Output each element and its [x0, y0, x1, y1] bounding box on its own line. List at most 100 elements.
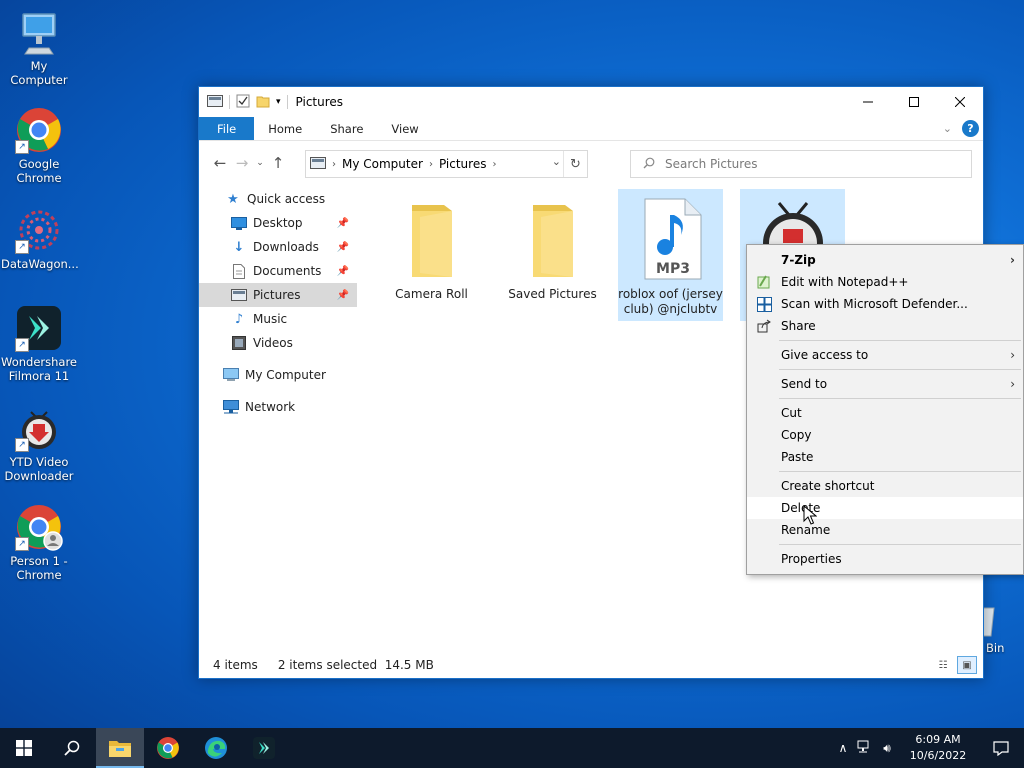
sidebar-item-desktop[interactable]: Desktop 📌	[199, 211, 357, 235]
sidebar-item-quick-access[interactable]: ★ Quick access	[199, 187, 357, 211]
menu-item-give-access[interactable]: Give access to ›	[747, 344, 1023, 366]
menu-item-copy[interactable]: Copy	[747, 424, 1023, 446]
pictures-icon	[231, 287, 247, 303]
taskbar-edge[interactable]	[192, 728, 240, 768]
pin-icon[interactable]: 📌	[337, 218, 349, 229]
sidebar-item-downloads[interactable]: ↓ Downloads 📌	[199, 235, 357, 259]
tab-view[interactable]: View	[377, 117, 432, 140]
menu-item-7zip[interactable]: 7-Zip ›	[747, 249, 1023, 271]
close-button[interactable]	[937, 87, 983, 117]
expand-ribbon-icon[interactable]: ⌄	[943, 122, 952, 135]
notification-icon	[993, 740, 1009, 756]
pin-icon[interactable]: 📌	[337, 290, 349, 301]
refresh-button[interactable]: ↻	[563, 151, 587, 177]
shortcut-arrow-icon: ↗	[15, 438, 29, 452]
filmora-icon	[253, 737, 275, 759]
properties-icon[interactable]	[236, 94, 250, 111]
menu-item-rename[interactable]: Rename	[747, 519, 1023, 541]
action-center-button[interactable]	[978, 740, 1024, 756]
desktop-icon-my-computer[interactable]: My Computer	[1, 8, 77, 87]
large-icons-view-icon[interactable]: ▣	[957, 656, 977, 674]
separator	[286, 95, 288, 109]
start-button[interactable]	[0, 728, 48, 768]
menu-item-delete[interactable]: Delete	[747, 497, 1023, 519]
taskbar-chrome[interactable]	[144, 728, 192, 768]
folder-item-camera-roll[interactable]: Camera Roll	[379, 189, 484, 321]
edge-icon	[205, 737, 227, 759]
new-folder-icon[interactable]	[256, 94, 270, 111]
maximize-button[interactable]	[891, 87, 937, 117]
desktop-icon-filmora[interactable]: ↗ Wondershare Filmora 11	[1, 304, 77, 383]
clock[interactable]: 6:09 AM 10/6/2022	[898, 732, 978, 764]
desktop-icon-datawagon[interactable]: ↗ DataWagon...	[1, 206, 79, 271]
mp3-badge: MP3	[656, 261, 690, 277]
menu-item-label: Share	[781, 319, 816, 333]
tab-share[interactable]: Share	[316, 117, 377, 140]
address-dropdown-icon[interactable]: ⌄	[552, 155, 561, 168]
download-icon: ↓	[233, 239, 245, 255]
document-icon	[231, 263, 247, 279]
sidebar-item-my-computer[interactable]: My Computer	[199, 363, 357, 387]
menu-item-send-to[interactable]: Send to ›	[747, 373, 1023, 395]
breadcrumb-my-computer[interactable]: My Computer	[342, 157, 423, 171]
search-box[interactable]: Search Pictures	[630, 150, 972, 178]
volume-icon[interactable]: 🔊︎	[876, 741, 898, 756]
breadcrumb-pictures[interactable]: Pictures	[439, 157, 487, 171]
taskbar-filmora[interactable]	[240, 728, 288, 768]
file-item-mp3[interactable]: MP3 roblox oof (jersey club) @njclubtv	[618, 189, 723, 321]
menu-item-cut[interactable]: Cut	[747, 402, 1023, 424]
customize-qa-dropdown-icon[interactable]: ▾	[276, 97, 281, 107]
details-view-icon[interactable]: ☷	[933, 656, 953, 674]
search-icon	[643, 157, 655, 172]
sidebar-item-videos[interactable]: Videos	[199, 331, 357, 355]
menu-item-properties[interactable]: Properties	[747, 548, 1023, 570]
menu-item-create-shortcut[interactable]: Create shortcut	[747, 475, 1023, 497]
recent-locations-dropdown[interactable]: ⌄	[253, 158, 267, 168]
ytd-icon: ↗	[15, 404, 63, 452]
tab-file[interactable]: File	[199, 117, 255, 140]
network-status-icon[interactable]	[854, 740, 876, 757]
breadcrumb-separator-icon[interactable]: ›	[429, 159, 433, 170]
breadcrumb-separator-icon[interactable]: ›	[492, 159, 496, 170]
taskbar-file-explorer[interactable]	[96, 728, 144, 768]
title-bar: ▾ Pictures	[199, 87, 983, 117]
sidebar-item-music[interactable]: ♪ Music	[199, 307, 357, 331]
minimize-button[interactable]	[845, 87, 891, 117]
back-button[interactable]: ←	[209, 154, 231, 172]
address-bar[interactable]: › My Computer › Pictures › ⌄ ↻	[305, 150, 588, 178]
tab-home[interactable]: Home	[254, 117, 316, 140]
navigation-pane: ★ Quick access Desktop 📌 ↓ Downloads 📌 D…	[199, 187, 357, 419]
pin-icon[interactable]: 📌	[337, 242, 349, 253]
menu-item-scan-defender[interactable]: Scan with Microsoft Defender...	[747, 293, 1023, 315]
menu-item-share[interactable]: Share	[747, 315, 1023, 337]
show-hidden-icons-icon[interactable]: ∧	[832, 741, 854, 755]
forward-button[interactable]: →	[231, 154, 253, 172]
sidebar-item-label: Quick access	[247, 192, 326, 206]
sidebar-item-network[interactable]: Network	[199, 395, 357, 419]
desktop-icon-person-chrome[interactable]: ↗ Person 1 - Chrome	[1, 503, 77, 582]
menu-item-edit-notepad[interactable]: Edit with Notepad++	[747, 271, 1023, 293]
help-icon[interactable]: ?	[962, 120, 979, 137]
desktop-icon-google-chrome[interactable]: ↗ Google Chrome	[1, 106, 77, 185]
sidebar-item-pictures[interactable]: Pictures 📌	[199, 283, 357, 307]
separator	[229, 95, 230, 109]
window-app-icon[interactable]	[207, 94, 223, 110]
mp3-file-icon: MP3	[635, 197, 707, 281]
item-count: 4 items	[213, 658, 258, 672]
submenu-arrow-icon: ›	[1010, 348, 1015, 362]
defender-icon	[756, 296, 772, 312]
desktop-icon-label: DataWagon...	[1, 257, 79, 271]
desktop-icon-ytd[interactable]: ↗ YTD Video Downloader	[1, 404, 77, 483]
network-icon	[223, 399, 239, 415]
pin-icon[interactable]: 📌	[337, 266, 349, 277]
menu-separator	[779, 340, 1021, 341]
up-button[interactable]: ↑	[267, 154, 289, 172]
sidebar-item-documents[interactable]: Documents 📌	[199, 259, 357, 283]
folder-item-saved-pictures[interactable]: Saved Pictures	[500, 189, 605, 321]
menu-separator	[779, 398, 1021, 399]
desktop-icon	[231, 215, 247, 231]
search-button[interactable]	[48, 728, 96, 768]
file-name: roblox oof (jersey club) @njclubtv	[618, 287, 723, 316]
breadcrumb-separator-icon[interactable]: ›	[332, 159, 336, 170]
menu-item-paste[interactable]: Paste	[747, 446, 1023, 468]
